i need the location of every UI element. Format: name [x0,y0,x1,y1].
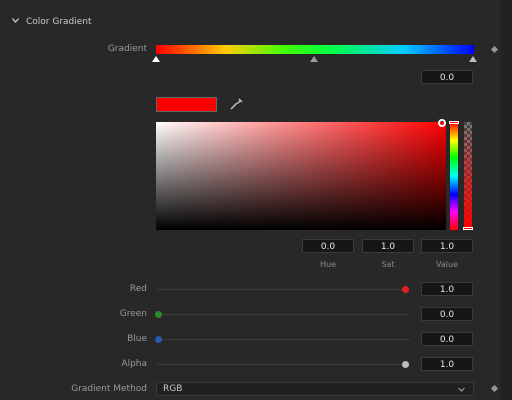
alpha-strip[interactable] [464,122,472,230]
alpha-slider-track[interactable] [156,364,410,365]
blue-slider-track[interactable] [156,339,410,340]
panel-edge [500,0,512,400]
section-title: Color Gradient [26,17,92,27]
current-color-swatch[interactable] [156,97,217,112]
eyedropper-icon[interactable] [229,97,243,111]
red-label: Red [129,284,147,294]
gradient-method-value: RGB [163,384,183,394]
sat-label: Sat [381,260,395,269]
hue-strip[interactable] [450,122,458,230]
hue-field[interactable]: 0.0 [302,239,354,253]
blue-slider-knob[interactable] [155,336,162,343]
red-field[interactable]: 1.0 [421,282,473,296]
value-field[interactable]: 1.0 [421,239,473,253]
alpha-slider-knob[interactable] [402,361,409,368]
gradient-method-label: Gradient Method [71,384,147,394]
gradient-position-field[interactable]: 0.0 [421,70,473,84]
gradient-stop-end[interactable] [469,56,477,62]
green-field[interactable]: 0.0 [421,307,473,321]
chevron-down-icon[interactable] [12,17,19,24]
saturation-value-field[interactable] [156,122,446,230]
sat-field[interactable]: 1.0 [362,239,414,253]
gradient-method-dropdown[interactable]: RGB [156,382,474,396]
gradient-label: Gradient [107,44,147,54]
alpha-field[interactable]: 1.0 [421,357,473,371]
dropdown-caret-icon [458,387,465,392]
green-label: Green [119,309,147,319]
gradient-stop-start[interactable] [152,56,160,62]
sv-handle[interactable] [438,119,446,127]
hue-marker[interactable] [449,121,459,124]
green-slider-track[interactable] [156,314,410,315]
value-label: Value [436,260,458,269]
blue-field[interactable]: 0.0 [421,332,473,346]
gradient-stop-mid[interactable] [310,56,318,62]
red-slider-knob[interactable] [402,286,409,293]
red-slider-track[interactable] [156,289,410,290]
gradient-bar[interactable] [156,45,474,54]
hue-label: Hue [319,260,336,269]
section-header[interactable]: Color Gradient [0,14,500,34]
alpha-label: Alpha [121,359,147,369]
alpha-marker[interactable] [463,227,473,230]
green-slider-knob[interactable] [155,311,162,318]
blue-label: Blue [127,334,147,344]
